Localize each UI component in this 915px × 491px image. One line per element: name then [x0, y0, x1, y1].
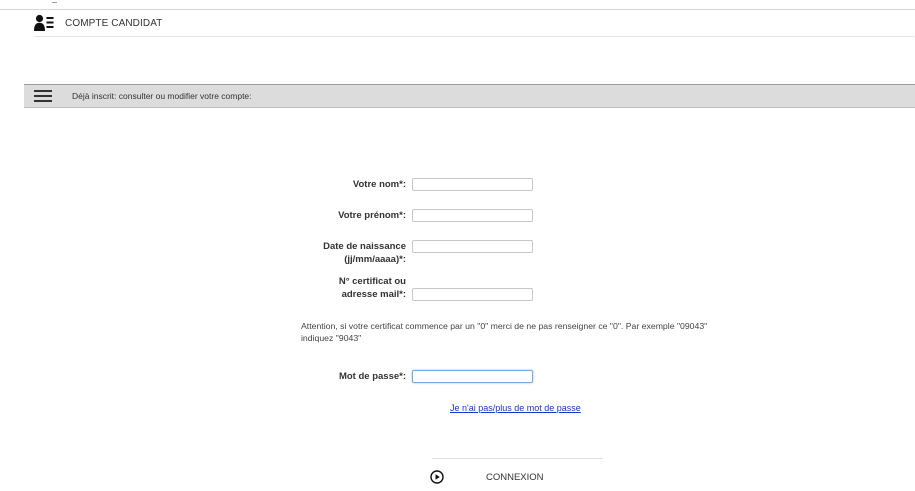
footer-divider — [432, 458, 603, 459]
certificat-input[interactable] — [412, 288, 533, 301]
section-bar: Déjà inscrit: consulter ou modifier votr… — [24, 84, 915, 108]
section-title: Déjà inscrit: consulter ou modifier votr… — [72, 91, 252, 101]
connexion-button[interactable]: CONNEXION — [430, 468, 544, 486]
prenom-label: Votre prénom*: — [296, 209, 406, 222]
password-label: Mot de passe*: — [296, 370, 406, 383]
nom-label-text: Votre nom*: — [352, 179, 406, 190]
password-input[interactable] — [412, 370, 533, 383]
play-circle-icon — [430, 470, 444, 484]
login-page: COMPTE CANDIDAT Déjà inscrit: consulter … — [0, 0, 915, 491]
certificate-note: Attention, si votre certificat commence … — [301, 321, 708, 343]
prenom-input[interactable] — [412, 209, 533, 222]
forgot-password-link[interactable]: Je n'ai pas/plus de mot de passe — [450, 402, 590, 415]
page-header: COMPTE CANDIDAT — [34, 12, 914, 34]
prenom-label-text: Votre prénom*: — [338, 210, 406, 221]
top-divider — [0, 9, 915, 10]
nom-label: Votre nom*: — [296, 178, 406, 191]
naissance-label-line1: Date de naissance — [323, 241, 406, 252]
naissance-label: Date de naissance (jj/mm/aaaa)*: — [296, 240, 406, 266]
header-divider — [34, 36, 914, 37]
top-mark — [52, 2, 57, 3]
password-label-text: Mot de passe*: — [338, 371, 406, 382]
certificat-label-line1: N° certificat ou — [338, 276, 406, 287]
naissance-input[interactable] — [412, 240, 533, 253]
certificat-label-line2: adresse mail*: — [341, 289, 406, 300]
connexion-label: CONNEXION — [486, 471, 544, 483]
hamburger-icon[interactable] — [34, 90, 52, 102]
nom-input[interactable] — [412, 178, 533, 191]
page-title: COMPTE CANDIDAT — [65, 17, 163, 29]
certificat-label: N° certificat ou adresse mail*: — [296, 275, 406, 301]
user-list-icon — [34, 14, 54, 31]
naissance-label-line2: (jj/mm/aaaa)*: — [344, 254, 406, 265]
